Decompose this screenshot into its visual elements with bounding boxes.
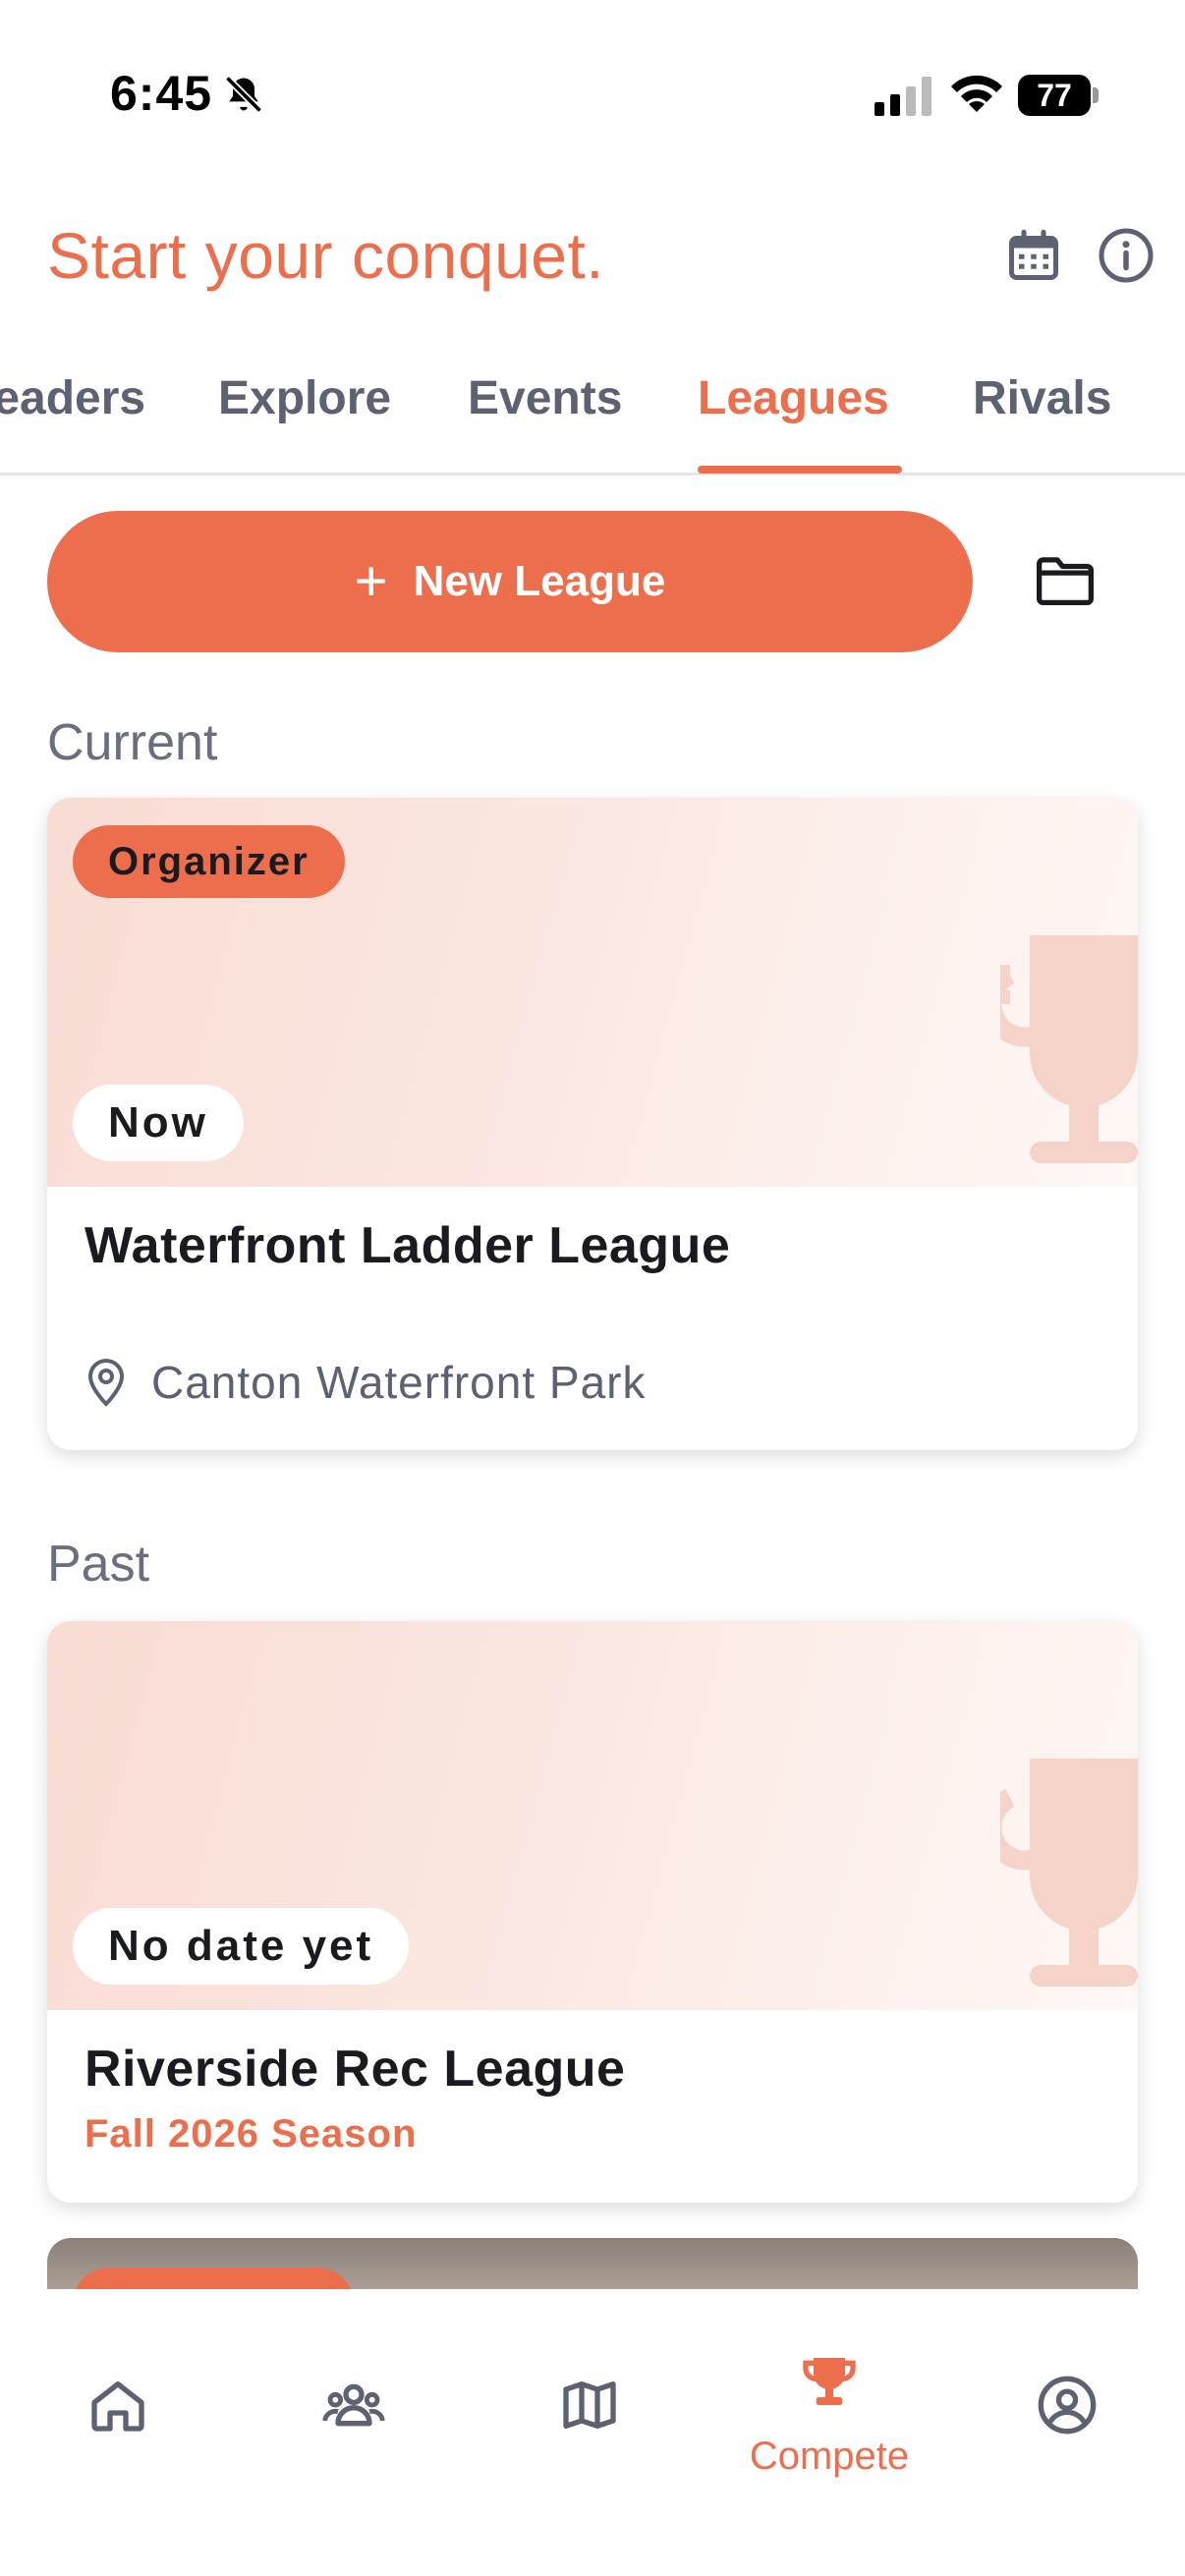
people-icon [322,2383,385,2427]
trophy-icon [1000,1759,1138,1987]
nav-compete[interactable]: Compete [731,2321,928,2478]
tab-bar: Leaders Explore Events Leagues Rivals [0,354,1185,476]
home-icon [91,2381,144,2432]
location-pin-icon [87,1358,125,1407]
nav-home[interactable] [20,2321,216,2468]
bottom-nav: Compete [0,2289,1185,2576]
nav-map[interactable] [491,2321,688,2468]
card-banner: Organizer Now [47,798,1138,1187]
league-card[interactable]: Organizer Now Waterfront Ladder League C… [47,798,1138,1450]
location-text: Canton Waterfront Park [151,1357,647,1408]
date-badge: No date yet [73,1908,410,1985]
tab-explore[interactable]: Explore [218,371,391,425]
new-league-button[interactable]: + New League [47,511,973,652]
section-past-label: Past [47,1536,150,1593]
tab-rivals[interactable]: Rivals [973,371,1111,425]
tab-leaders[interactable]: Leaders [0,371,145,425]
page-title: Start your conquet. [47,219,605,292]
signal-icon [875,77,931,116]
map-icon [563,2381,616,2429]
wifi-icon [951,75,1002,112]
nav-compete-label: Compete [749,2435,910,2478]
tab-leagues[interactable]: Leagues [698,371,889,425]
date-badge: Now [73,1085,244,1161]
card-banner: No date yet [47,1621,1138,2010]
active-tab-indicator [698,466,902,474]
league-season: Fall 2026 Season [85,2112,418,2156]
battery-level: 77 [1037,78,1072,113]
trophy-icon [1000,935,1138,1163]
folder-icon[interactable] [1034,552,1097,609]
nav-profile[interactable] [969,2321,1165,2468]
league-title: Riverside Rec League [85,2041,626,2098]
plus-icon: + [354,549,388,613]
battery-icon: 77 [1018,75,1099,116]
new-league-label: New League [413,557,666,605]
status-time: 6:45 [110,66,213,121]
league-card[interactable]: No date yet Riverside Rec League Fall 20… [47,1621,1138,2203]
tab-events[interactable]: Events [468,371,622,425]
profile-icon [1038,2376,1097,2435]
trophy-icon [803,2358,856,2405]
status-bar: 6:45 77 [0,0,1185,187]
league-title: Waterfront Ladder League [85,1217,731,1274]
league-location: Canton Waterfront Park [85,1356,647,1409]
info-icon[interactable] [1097,226,1156,285]
section-current-label: Current [47,714,218,771]
bell-off-icon [224,75,263,114]
calendar-icon[interactable] [1004,226,1063,285]
nav-community[interactable] [255,2321,452,2468]
organizer-badge: Organizer [73,825,345,898]
